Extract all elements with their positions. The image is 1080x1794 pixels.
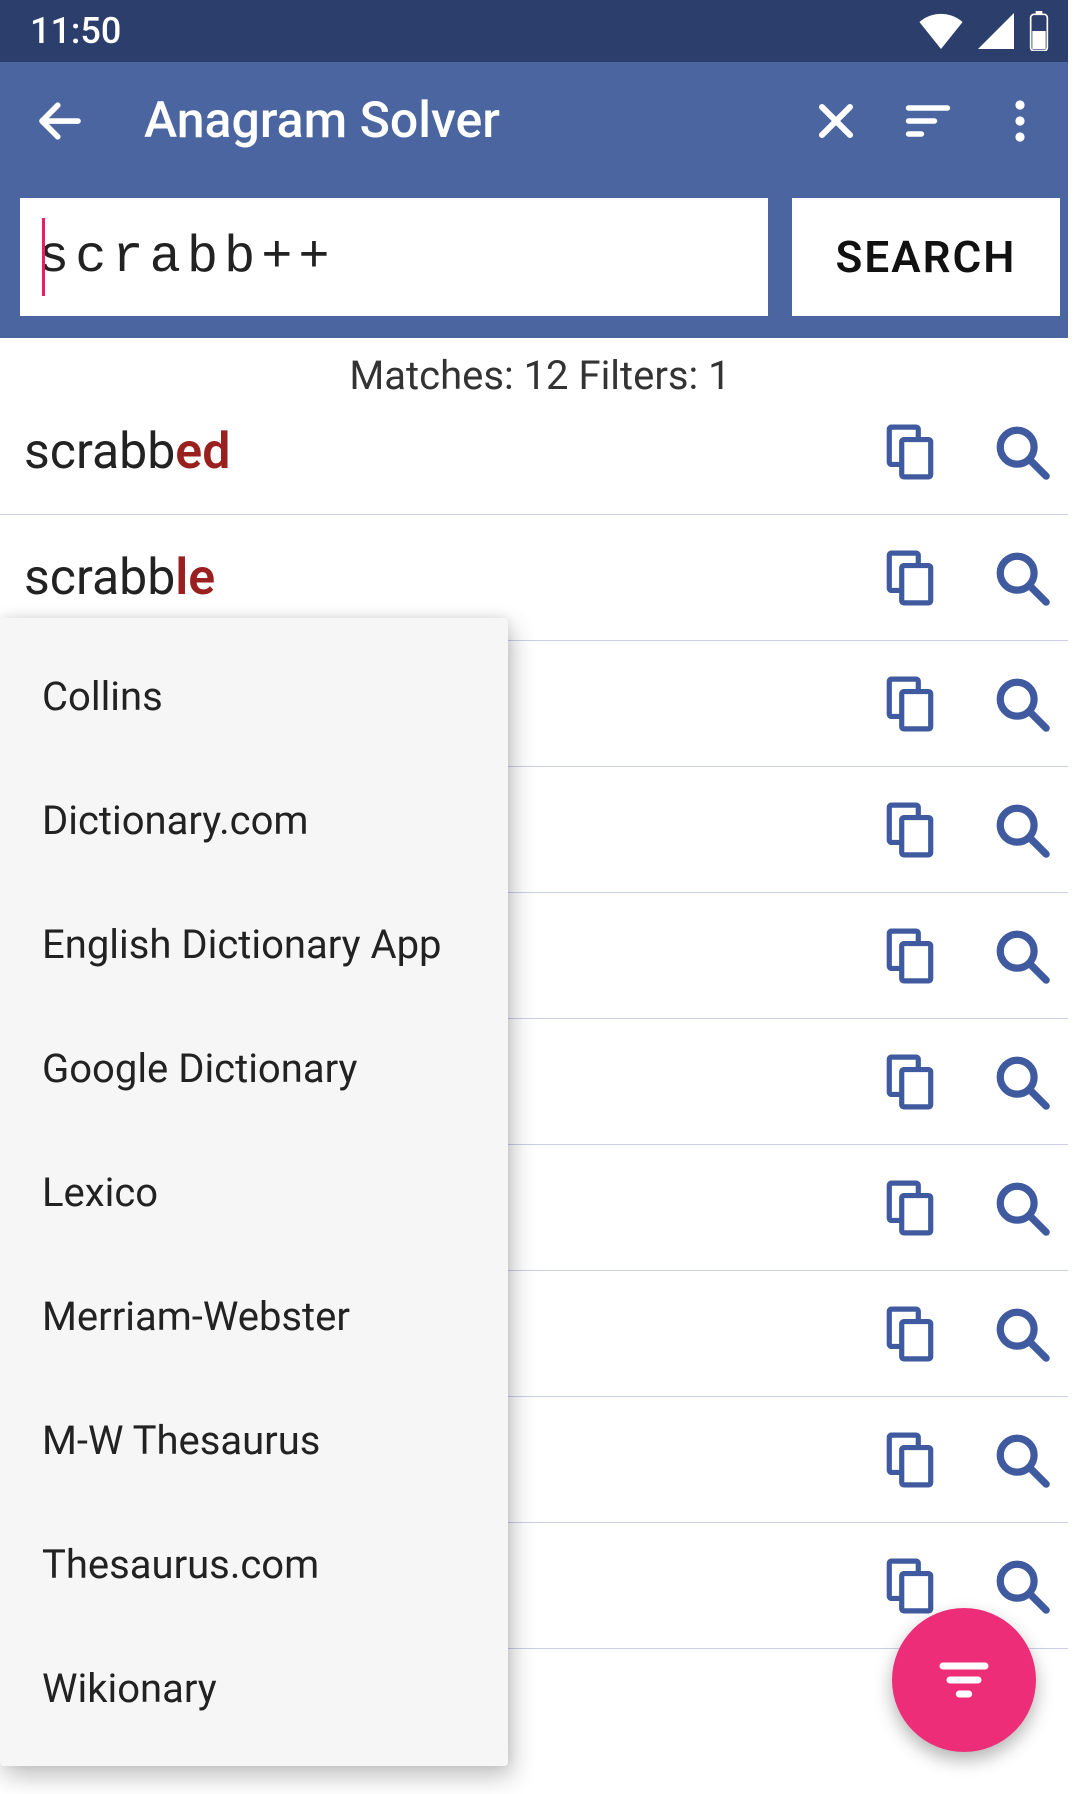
lookup-button[interactable] — [992, 1178, 1052, 1238]
battery-icon — [1028, 11, 1050, 51]
app-bar: Anagram Solver — [0, 62, 1080, 180]
search-icon — [993, 549, 1051, 607]
lookup-button[interactable] — [992, 926, 1052, 986]
clear-button[interactable] — [800, 85, 872, 157]
copy-icon — [884, 1179, 936, 1237]
cell-signal-icon — [976, 13, 1016, 49]
popup-item-thesauruscom[interactable]: Thesaurus.com — [0, 1502, 508, 1626]
copy-icon — [884, 549, 936, 607]
matches-label: Matches: — [349, 352, 523, 399]
result-row[interactable]: scrabbed — [0, 389, 1080, 515]
search-row: SEARCH — [0, 180, 1080, 338]
copy-icon — [884, 801, 936, 859]
lookup-button[interactable] — [992, 422, 1052, 482]
sort-icon — [902, 95, 954, 147]
copy-icon — [884, 423, 936, 481]
search-icon — [993, 1179, 1051, 1237]
popup-item-wikionary[interactable]: Wikionary — [0, 1626, 508, 1750]
copy-button[interactable] — [880, 1430, 940, 1490]
close-icon — [812, 97, 860, 145]
search-input-container[interactable] — [20, 198, 768, 316]
matches-count: 12 — [524, 352, 569, 399]
copy-button[interactable] — [880, 422, 940, 482]
arrow-left-icon — [33, 94, 87, 148]
search-icon — [993, 1305, 1051, 1363]
copy-button[interactable] — [880, 1052, 940, 1112]
search-icon — [993, 801, 1051, 859]
search-icon — [993, 927, 1051, 985]
text-cursor — [42, 218, 45, 296]
copy-button[interactable] — [880, 1178, 940, 1238]
sort-button[interactable] — [892, 85, 964, 157]
search-button[interactable]: SEARCH — [792, 198, 1060, 316]
app-title: Anagram Solver — [144, 92, 780, 150]
search-icon — [993, 1557, 1051, 1615]
lookup-button[interactable] — [992, 1052, 1052, 1112]
overflow-button[interactable] — [984, 85, 1056, 157]
word-base: scrabb — [24, 549, 175, 607]
copy-button[interactable] — [880, 1556, 940, 1616]
popup-item-merriam-webster[interactable]: Merriam-Webster — [0, 1254, 508, 1378]
word-suffix: le — [175, 549, 215, 607]
lookup-button[interactable] — [992, 1430, 1052, 1490]
status-bar: 11:50 — [0, 0, 1080, 62]
status-icons — [918, 11, 1050, 51]
lookup-button[interactable] — [992, 548, 1052, 608]
lookup-button[interactable] — [992, 1556, 1052, 1616]
popup-item-google-dictionary[interactable]: Google Dictionary — [0, 1006, 508, 1130]
search-icon — [993, 1053, 1051, 1111]
status-time: 11:50 — [30, 10, 121, 52]
copy-icon — [884, 1305, 936, 1363]
copy-icon — [884, 927, 936, 985]
result-word: scrabble — [24, 549, 880, 607]
popup-item-lexico[interactable]: Lexico — [0, 1130, 508, 1254]
copy-icon — [884, 1557, 936, 1615]
search-input[interactable] — [38, 228, 750, 287]
filter-fab[interactable] — [892, 1608, 1036, 1752]
search-icon — [993, 1431, 1051, 1489]
copy-icon — [884, 1431, 936, 1489]
filter-icon — [936, 1652, 992, 1708]
popup-item-english-dictionary-app[interactable]: English Dictionary App — [0, 882, 508, 1006]
back-button[interactable] — [24, 85, 96, 157]
search-icon — [993, 423, 1051, 481]
copy-icon — [884, 1053, 936, 1111]
lookup-button[interactable] — [992, 800, 1052, 860]
copy-button[interactable] — [880, 1304, 940, 1364]
dictionary-popup: Collins Dictionary.com English Dictionar… — [0, 618, 508, 1766]
copy-button[interactable] — [880, 926, 940, 986]
copy-button[interactable] — [880, 800, 940, 860]
copy-icon — [884, 675, 936, 733]
more-vert-icon — [1002, 97, 1038, 145]
search-icon — [993, 675, 1051, 733]
popup-item-collins[interactable]: Collins — [0, 634, 508, 758]
wifi-icon — [918, 13, 964, 49]
popup-item-dictionarycom[interactable]: Dictionary.com — [0, 758, 508, 882]
filters-count: 1 — [708, 352, 730, 399]
copy-button[interactable] — [880, 548, 940, 608]
word-base: scrabb — [24, 423, 175, 481]
result-word: scrabbed — [24, 423, 880, 481]
word-suffix: ed — [175, 423, 230, 481]
lookup-button[interactable] — [992, 674, 1052, 734]
screen-edge — [1068, 0, 1080, 1794]
popup-item-mw-thesaurus[interactable]: M-W Thesaurus — [0, 1378, 508, 1502]
copy-button[interactable] — [880, 674, 940, 734]
filters-label: Filters: — [569, 352, 709, 399]
lookup-button[interactable] — [992, 1304, 1052, 1364]
